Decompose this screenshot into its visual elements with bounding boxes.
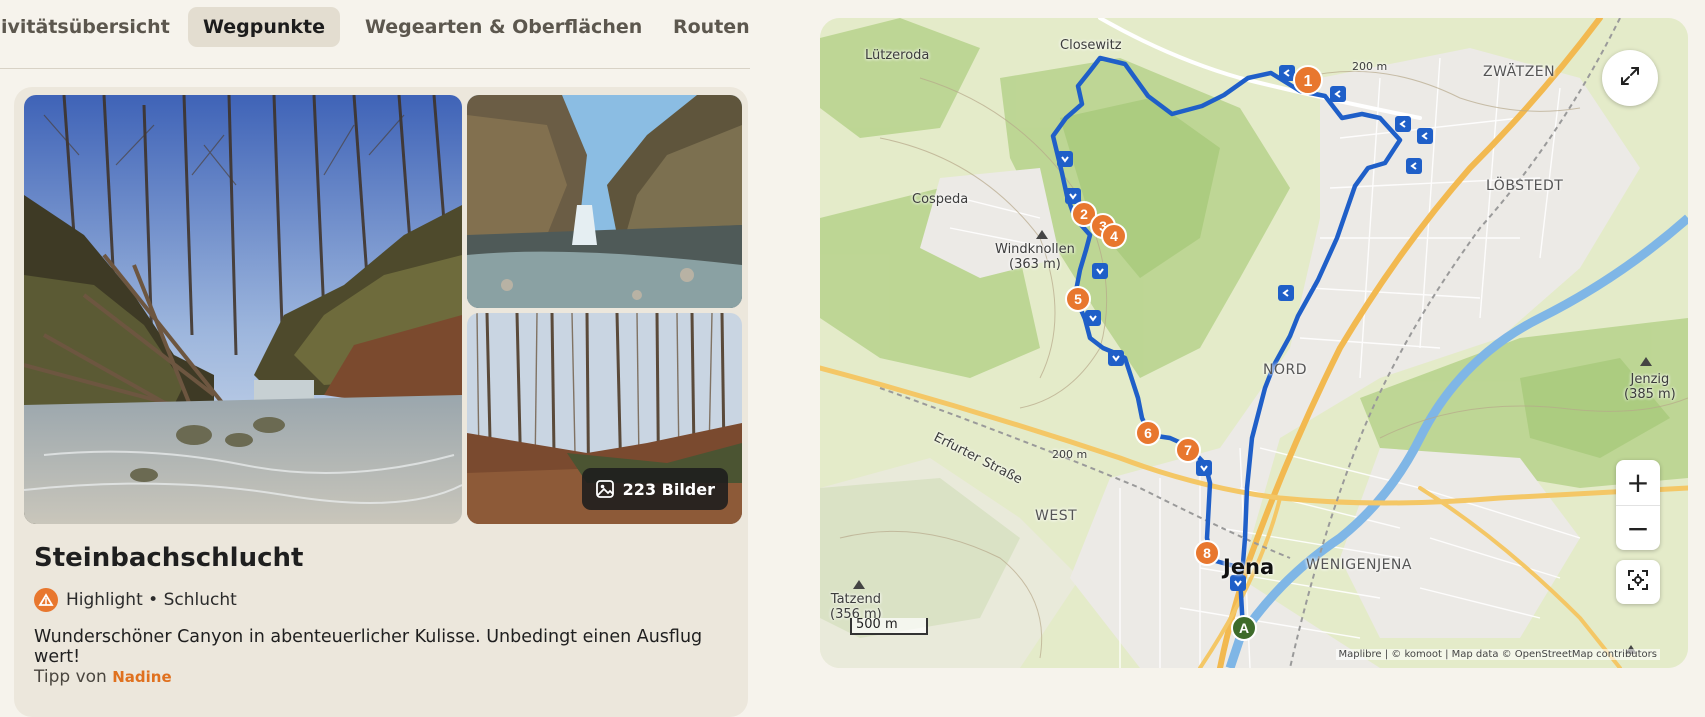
map-label-wenigenjena: WENIGENJENA [1306, 557, 1412, 573]
map-label-contour-200-a: 200 m [1352, 60, 1388, 73]
map-attribution[interactable]: Maplibre | © komoot | Map data © OpenStr… [1335, 649, 1660, 660]
tip-prefix: Tipp von [34, 667, 107, 687]
svg-text:1: 1 [1304, 73, 1313, 90]
map-label-zwaetzen: ZWÄTZEN [1483, 64, 1556, 80]
svg-text:4: 4 [1110, 228, 1118, 244]
highlight-card: 223 Bilder Steinbachschlucht Highlight •… [14, 87, 748, 717]
route-map[interactable]: 1 2 3 4 5 6 7 8 A Lützeroda Closewitz ZW… [820, 18, 1688, 668]
map-label-contour-200-b: 200 m [1052, 448, 1088, 461]
waypoint-marker-4[interactable]: 4 [1101, 223, 1127, 249]
zoom-out-button[interactable]: − [1616, 505, 1660, 551]
waypoint-marker-6[interactable]: 6 [1135, 420, 1161, 446]
svg-text:7: 7 [1184, 442, 1192, 458]
windknollen-name: Windknollen [995, 242, 1075, 257]
highlight-tip: Tipp von Nadine [34, 667, 172, 687]
tip-author-link[interactable]: Nadine [112, 668, 171, 686]
map-label-windknollen: Windknollen (363 m) [995, 242, 1075, 272]
tatzend-name: Tatzend [830, 592, 881, 607]
svg-text:A: A [1239, 620, 1249, 636]
highlight-photo-main[interactable] [24, 95, 462, 524]
highlight-title[interactable]: Steinbachschlucht [34, 543, 303, 573]
waypoint-marker-1[interactable]: 1 [1293, 65, 1323, 95]
expand-icon [1619, 65, 1641, 91]
tab-activity-overview[interactable]: ivitätsübersicht [0, 7, 185, 47]
map-label-nord: NORD [1263, 362, 1307, 378]
jenzig-height: (385 m) [1624, 387, 1676, 402]
map-recenter-button[interactable] [1616, 560, 1660, 604]
tab-way-types-surfaces[interactable]: Wegearten & Oberflächen [350, 7, 657, 47]
zoom-in-button[interactable]: + [1616, 460, 1660, 505]
image-count-button[interactable]: 223 Bilder [581, 468, 728, 510]
recenter-icon [1627, 569, 1649, 595]
highlight-category: Highlight • Schlucht [66, 590, 237, 610]
waypoint-marker-5[interactable]: 5 [1065, 286, 1091, 312]
map-scale-bar: 500 m [850, 618, 928, 635]
map-fullscreen-button[interactable] [1602, 50, 1658, 106]
highlight-description: Wunderschöner Canyon in abenteuerlicher … [34, 627, 703, 667]
windknollen-height: (363 m) [1009, 257, 1061, 272]
svg-text:6: 6 [1144, 425, 1152, 441]
highlight-photo-secondary[interactable] [467, 95, 742, 308]
map-label-closewitz: Closewitz [1060, 38, 1122, 53]
map-label-jenzig: Jenzig (385 m) [1624, 372, 1676, 402]
svg-text:5: 5 [1074, 291, 1082, 307]
highlight-category-row: Highlight • Schlucht [34, 588, 237, 612]
map-label-loebstedt: LÖBSTEDT [1486, 178, 1564, 194]
start-marker[interactable]: A [1231, 615, 1257, 641]
highlight-icon [34, 588, 58, 612]
zoom-controls: + − [1616, 460, 1660, 550]
waypoint-marker-8[interactable]: 8 [1194, 540, 1220, 566]
map-label-west: WEST [1035, 508, 1078, 524]
tab-route[interactable]: Routend [658, 7, 750, 47]
gallery-icon [595, 479, 615, 499]
waypoint-marker-7[interactable]: 7 [1175, 437, 1201, 463]
image-count-label: 223 Bilder [622, 479, 715, 499]
tab-waypoints[interactable]: Wegpunkte [188, 7, 341, 47]
svg-text:8: 8 [1203, 545, 1211, 561]
svg-text:2: 2 [1080, 206, 1088, 222]
map-label-cospeda: Cospeda [912, 192, 969, 207]
jenzig-name: Jenzig [1630, 372, 1670, 387]
tab-bar: ivitätsübersicht Wegpunkte Wegearten & O… [0, 0, 750, 68]
tab-divider [0, 68, 750, 69]
map-label-jena: Jena [1223, 555, 1275, 579]
map-label-luetzeroda: Lützeroda [865, 48, 930, 63]
highlight-photo-tertiary[interactable]: 223 Bilder [467, 313, 742, 524]
